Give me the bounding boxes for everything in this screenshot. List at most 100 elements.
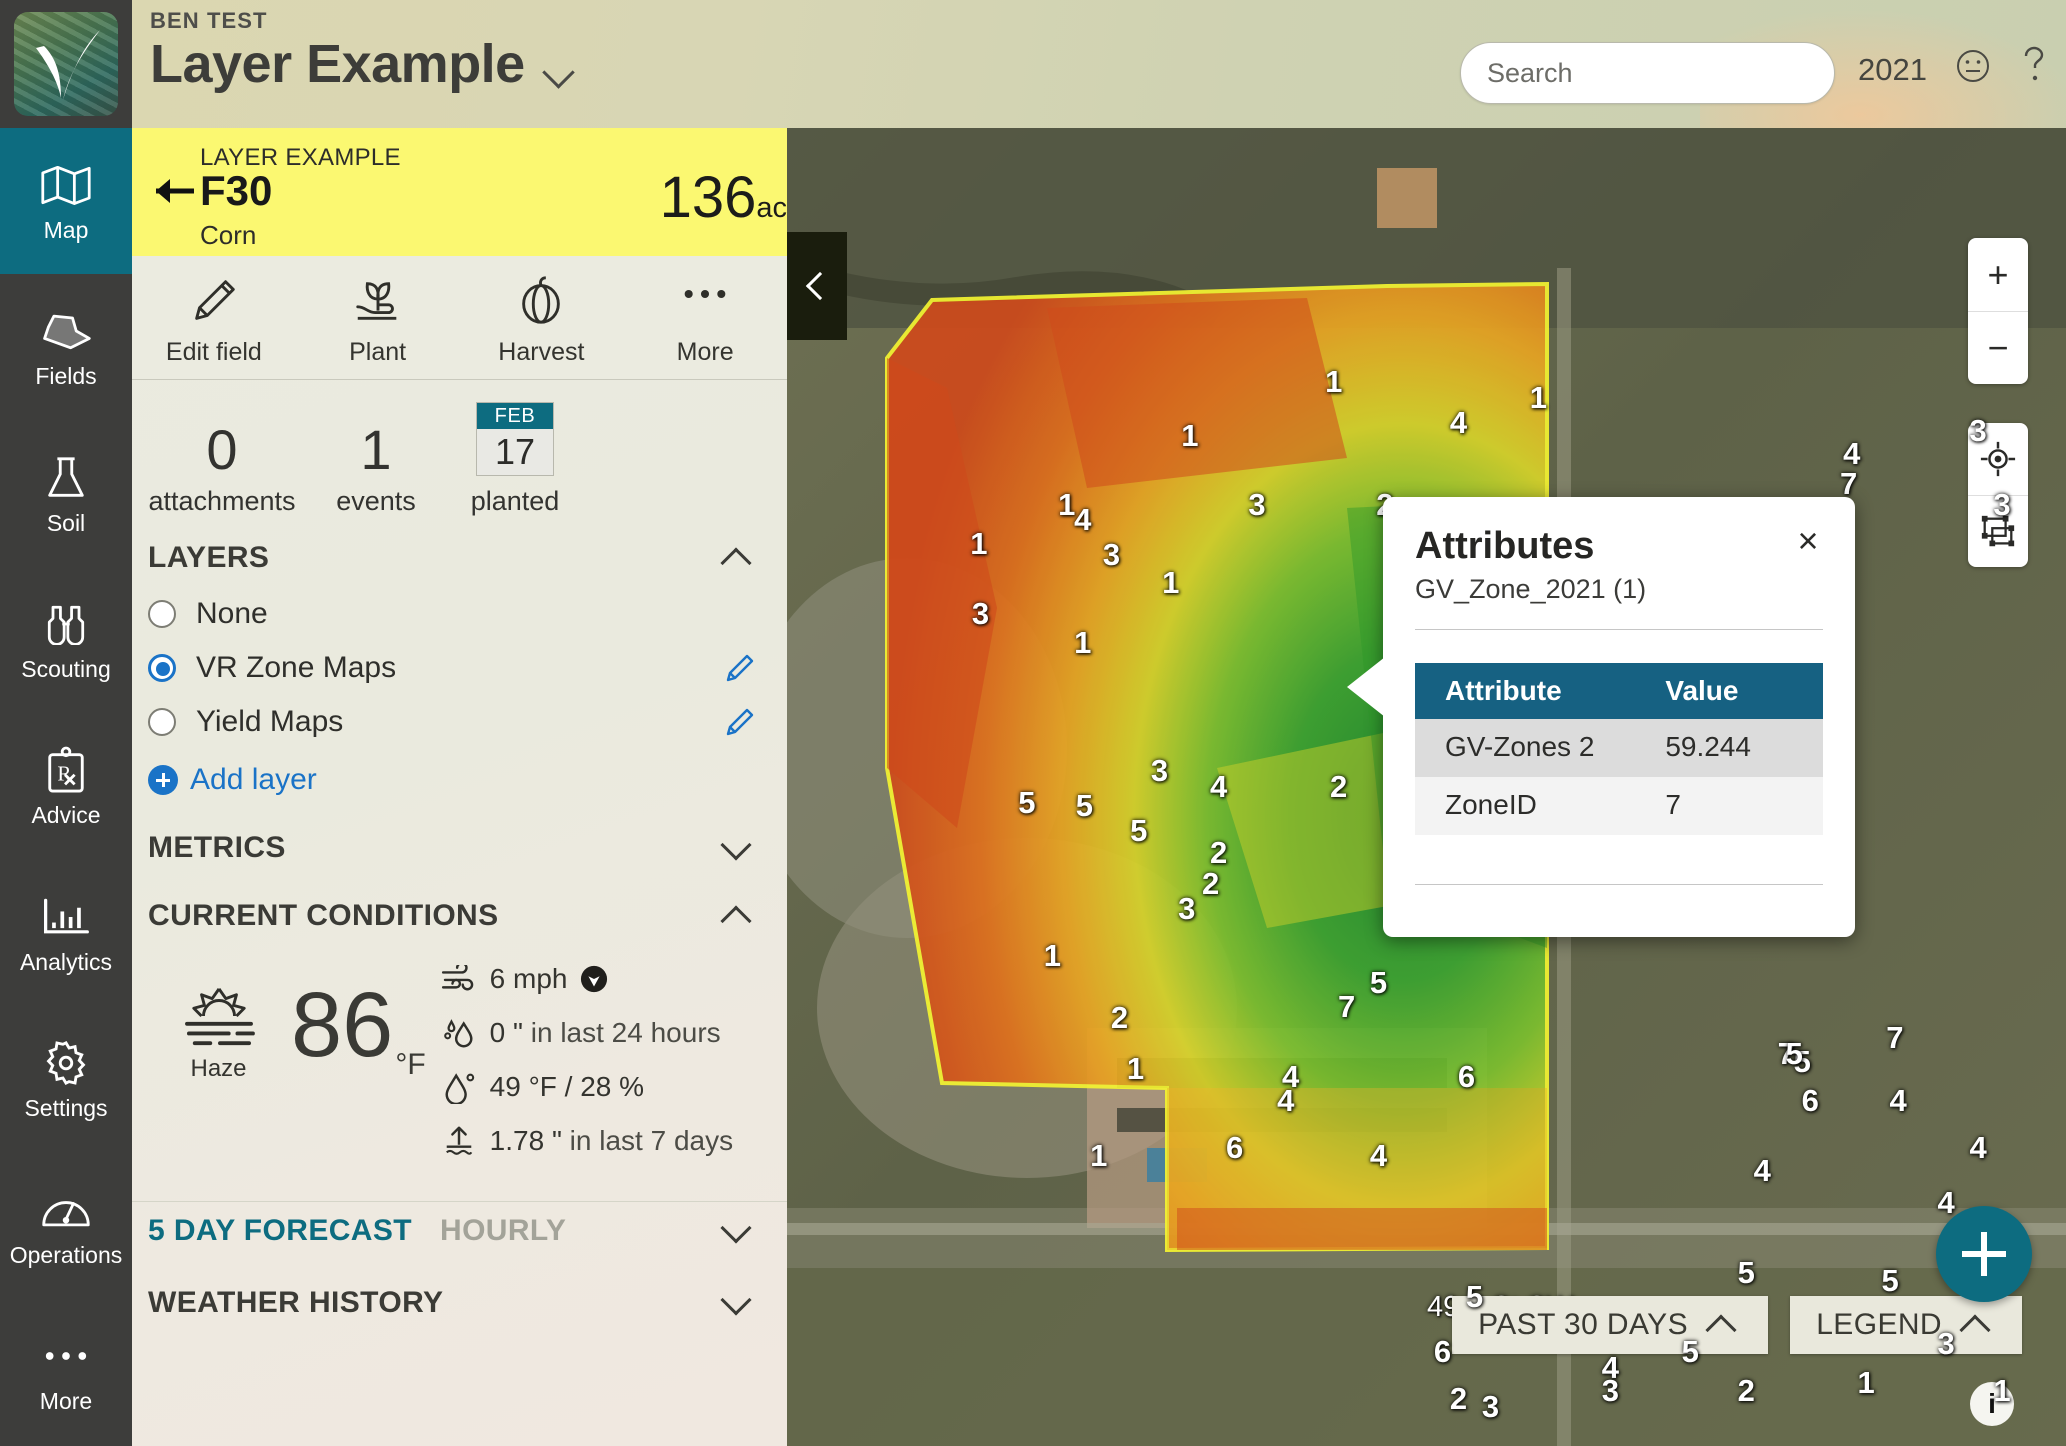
title-row[interactable]: Layer Example [150,36,577,93]
sidebar-item-analytics[interactable]: Analytics [0,860,132,1006]
zoom-in-button[interactable]: + [1968,238,2028,311]
wind-direction-south-icon [580,965,607,993]
sidebar-item-scouting[interactable]: Scouting [0,567,132,713]
tab-hourly[interactable]: HOURLY [440,1214,566,1248]
sidebar-item-operations[interactable]: Operations [0,1153,132,1299]
current-conditions-body: Haze 86°F 6 mph 0 " in last 24 hours 49 … [132,945,787,1177]
field-name: F30 [200,167,273,214]
gauge-icon [38,1184,94,1236]
metrics-section-header[interactable]: METRICS [132,801,787,877]
harvest-button[interactable]: Harvest [460,272,624,367]
layer-label: VR Zone Maps [196,651,397,684]
zoom-to-extent-button[interactable] [1968,495,2028,567]
more-actions-button[interactable]: More [623,272,787,367]
bar-chart-icon [38,891,94,943]
chevron-down-icon[interactable] [720,1212,757,1244]
layer-option-yield-maps[interactable]: Yield Maps [132,695,787,749]
gear-icon [38,1037,94,1089]
sidebar-item-label: Fields [35,363,97,390]
edit-field-button[interactable]: Edit field [132,272,296,367]
sidebar-item-settings[interactable]: Settings [0,1007,132,1153]
planted-label: planted [470,486,560,516]
table-row: ZoneID 7 [1415,777,1823,835]
chevron-down-icon[interactable] [543,61,577,81]
add-layer-button[interactable]: Add layer [132,749,787,801]
legend-button[interactable]: LEGEND [1790,1296,2022,1354]
locate-button[interactable] [1968,423,2028,495]
weather-line-rain7: 1.78 " in last 7 days [440,1123,773,1159]
map-info-button[interactable]: i [1970,1382,2014,1426]
wind-icon [440,961,478,997]
arrow-left-icon[interactable] [150,174,198,208]
sidebar-item-label: Map [43,216,89,243]
sidebar-item-fields[interactable]: Fields [0,274,132,420]
zoom-out-button[interactable]: − [1968,311,2028,384]
weather-line-dewpoint: 49 °F / 28 % [440,1069,773,1105]
plus-circle-icon [148,765,178,795]
layer-label: None [196,597,268,630]
radio-yield-maps[interactable] [148,708,176,736]
chevron-up-icon[interactable] [720,547,757,579]
layers-section-title: LAYERS [148,541,270,574]
events-label: events [336,486,416,516]
radio-none[interactable] [148,600,176,628]
past-30-days-label: PAST 30 DAYS [1478,1308,1688,1341]
radio-vr-zone-maps[interactable] [148,654,176,682]
layer-option-none[interactable]: None [132,587,787,641]
sidebar-item-advice[interactable]: R Advice [0,714,132,860]
weather-history-header[interactable]: WEATHER HISTORY [132,1260,787,1332]
rain24-value: 0 " [489,1017,523,1048]
panel-collapse-toggle[interactable] [787,232,847,340]
attributes-subtitle: GV_Zone_2021 (1) [1415,574,1647,604]
add-button[interactable] [1936,1206,2032,1302]
action-label: Plant [349,338,407,366]
chevron-up-icon[interactable] [720,905,757,937]
chevron-down-icon[interactable] [720,1284,757,1316]
rain7-value: 1.78 " [489,1125,562,1156]
app-logo[interactable] [0,0,132,128]
question-mark-icon[interactable] [2015,44,2051,84]
year-selector[interactable]: 2021 [1858,52,1927,88]
seedling-in-hand-icon [350,272,406,330]
add-layer-label: Add layer [190,763,317,796]
chevron-down-icon[interactable] [720,829,757,861]
logo-tile [14,12,118,116]
temp-number: 86 [291,974,394,1076]
search-placeholder: Search [1487,57,1573,88]
sidebar-item-label: Analytics [19,948,113,975]
sidebar-item-label: More [39,1388,93,1415]
top-header: BEN TEST Layer Example Search 2021 [0,0,2066,128]
tab-5-day-forecast[interactable]: 5 DAY FORECAST [148,1214,412,1248]
layer-option-vr-zone-maps[interactable]: VR Zone Maps [132,641,787,695]
close-icon[interactable]: × [1789,523,1827,561]
app-root: BEN TEST Layer Example Search 2021 Map F… [0,0,2066,1446]
sidebar-item-more[interactable]: More [0,1300,132,1446]
sidebar-item-label: Operations [9,1241,123,1268]
weather-history-title: WEATHER HISTORY [148,1286,444,1319]
sidebar-item-map[interactable]: Map [0,128,132,275]
weather-condition-block: Haze [146,955,291,1177]
pencil-icon[interactable] [723,705,757,739]
past-30-days-button[interactable]: PAST 30 DAYS [1452,1296,1768,1354]
binoculars-icon [38,598,94,650]
layers-section-header[interactable]: LAYERS [132,523,787,587]
prescription-clipboard-icon: R [38,744,94,796]
calendar-icon: FEB 17 [476,402,554,476]
plant-button[interactable]: Plant [296,272,460,367]
field-actions-bar: Edit field Plant Harvest More [132,256,787,380]
search-input[interactable]: Search [1460,42,1835,104]
field-header: LAYER EXAMPLE F30 Corn 136ac [132,128,787,256]
smiley-face-icon[interactable] [1955,48,1991,84]
brand-block: BEN TEST Layer Example [150,8,577,93]
stat-planted[interactable]: FEB 17 planted [440,402,590,517]
field-acres-value: 136 [659,165,757,230]
current-conditions-header[interactable]: CURRENT CONDITIONS [132,877,787,945]
pencil-icon[interactable] [723,651,757,685]
account-name: BEN TEST [150,8,268,33]
sidebar-nav: Map Fields Soil Scouting R Advice Analyt… [0,128,132,1446]
field-crop: Corn [200,220,257,250]
stat-events: 1 events [312,421,440,517]
rain24-suffix: in last 24 hours [530,1017,721,1048]
layer-label: Yield Maps [196,705,344,738]
sidebar-item-soil[interactable]: Soil [0,421,132,567]
